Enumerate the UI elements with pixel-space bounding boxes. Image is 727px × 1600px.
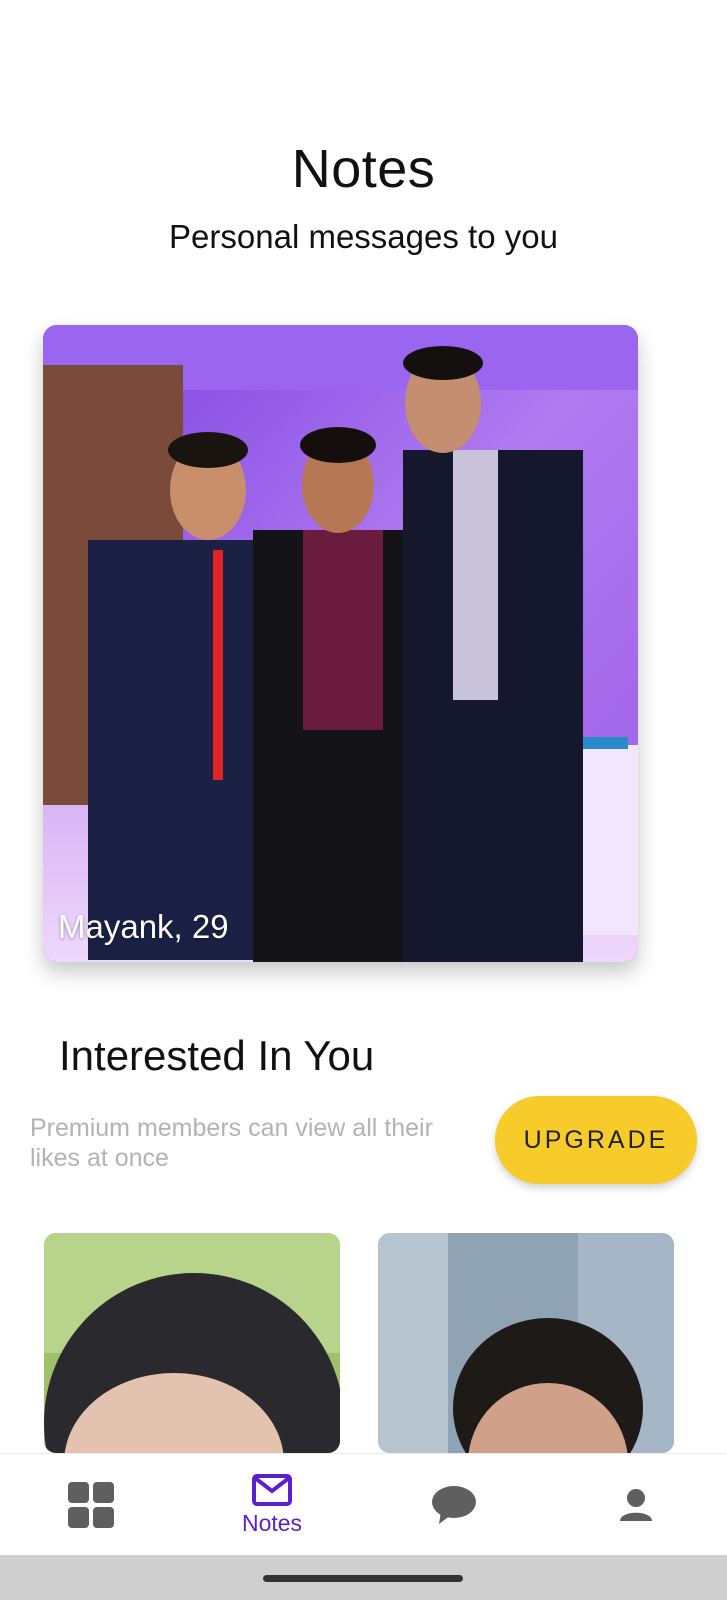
upgrade-button[interactable]: UPGRADE <box>495 1096 697 1184</box>
like-photo <box>378 1233 674 1453</box>
interested-section-title: Interested In You <box>59 1032 375 1079</box>
mail-icon <box>252 1473 292 1506</box>
bottom-nav: Notes <box>0 1453 727 1555</box>
person-icon <box>620 1489 652 1521</box>
nav-notes-label: Notes <box>241 1509 303 1536</box>
chat-bubble-icon <box>432 1486 476 1524</box>
page-title: Notes <box>291 139 436 199</box>
nav-chat[interactable] <box>384 1454 524 1556</box>
page-subtitle: Personal messages to you <box>169 218 558 255</box>
like-card[interactable] <box>378 1233 674 1453</box>
nav-profile[interactable] <box>566 1454 706 1556</box>
like-photo <box>44 1233 340 1453</box>
grid-icon <box>68 1482 114 1528</box>
nav-discover[interactable] <box>21 1454 161 1556</box>
home-indicator[interactable] <box>263 1575 463 1582</box>
system-navigation-bar <box>0 1555 727 1600</box>
profile-photo <box>43 325 638 962</box>
premium-description: Premium members can view all their likes… <box>30 1114 433 1172</box>
note-name-age: Mayank, 29 <box>58 908 229 945</box>
nav-notes[interactable]: Notes <box>202 1454 342 1556</box>
note-card[interactable]: Mayank, 29 <box>43 325 638 962</box>
like-card[interactable] <box>44 1233 340 1453</box>
